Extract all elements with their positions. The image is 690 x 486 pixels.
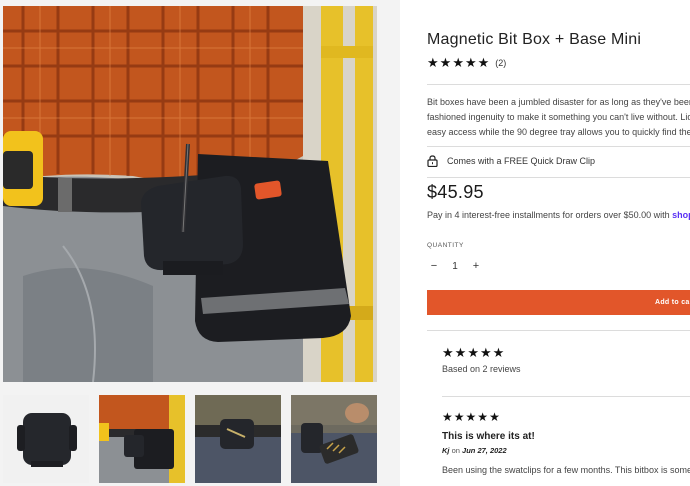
thumbnail-3[interactable] <box>195 395 281 483</box>
star-icon: ★ <box>442 410 453 424</box>
review-stars: ★ ★ ★ ★ ★ <box>442 410 690 424</box>
star-icon: ★ <box>464 55 477 70</box>
main-product-image[interactable] <box>3 6 377 382</box>
installments-info: Pay in 4 interest-free installments for … <box>427 210 690 220</box>
quantity-stepper: − 1 + <box>427 260 483 272</box>
product-rating[interactable]: ★ ★ ★ ★ ★ (2) <box>427 56 506 70</box>
reviews-count-text: Based on 2 reviews <box>442 364 521 374</box>
star-icon: ★ <box>453 410 465 424</box>
review-on-text: on <box>451 446 460 455</box>
review-body: Been using the swatclips for a few month… <box>442 465 690 475</box>
installments-text: Pay in 4 interest-free installments for … <box>427 210 670 220</box>
summary-stars: ★ ★ ★ ★ ★ <box>442 346 521 360</box>
star-icon: ★ <box>489 410 500 424</box>
quantity-decrease-button[interactable]: − <box>427 260 441 272</box>
product-gallery <box>0 0 400 486</box>
star-icon: ★ <box>454 345 467 360</box>
product-info-panel: Magnetic Bit Box + Base Mini ★ ★ ★ ★ ★ (… <box>400 0 690 486</box>
star-icon: ★ <box>442 345 454 360</box>
star-icon: ★ <box>467 345 479 360</box>
star-icon: ★ <box>479 345 492 360</box>
quantity-input[interactable]: 1 <box>441 261 469 272</box>
thumbnail-1[interactable] <box>3 395 89 483</box>
divider <box>427 330 690 331</box>
reviews-summary: ★ ★ ★ ★ ★ Based on 2 reviews <box>442 346 521 375</box>
free-gift-promo: Comes with a FREE Quick Draw Clip <box>427 155 595 167</box>
review-title: This is where its at! <box>442 431 535 442</box>
add-to-cart-button[interactable]: Add to ca <box>427 290 690 315</box>
lock-icon <box>427 155 438 167</box>
thumbnail-bit-box-closeup-image <box>195 395 281 483</box>
review-meta: Kj on Jun 27, 2022 <box>442 446 690 455</box>
star-icon: ★ <box>477 55 490 70</box>
quantity-increase-button[interactable]: + <box>469 260 483 272</box>
rating-count[interactable]: (2) <box>495 58 506 68</box>
star-icon: ★ <box>465 410 477 424</box>
thumbnail-2[interactable] <box>99 395 185 483</box>
quantity-label: QUANTITY <box>427 242 464 249</box>
thumbnail-bit-box-open-image <box>291 395 377 483</box>
description-line: fashioned ingenuity to make it something… <box>427 112 690 122</box>
description-line: easy access while the 90 degree tray all… <box>427 127 690 137</box>
star-icon: ★ <box>477 410 489 424</box>
promo-text: Comes with a FREE Quick Draw Clip <box>447 156 596 166</box>
review-date: Jun 27, 2022 <box>462 446 507 455</box>
thumbnail-4[interactable] <box>291 395 377 483</box>
star-icon: ★ <box>439 55 452 70</box>
star-icon: ★ <box>492 345 505 360</box>
product-photo-belt-bag <box>3 6 377 382</box>
review-author: Kj <box>442 446 450 455</box>
thumbnail-strip <box>3 395 377 483</box>
thumbnail-belt-bag-image <box>99 395 185 483</box>
star-icon: ★ <box>452 55 464 70</box>
review-item: ★ ★ ★ ★ ★ This is where its at! Kj on Ju… <box>442 410 690 475</box>
product-title: Magnetic Bit Box + Base Mini <box>427 31 642 48</box>
divider <box>427 146 690 147</box>
shop-pay-link[interactable]: shop <box>672 210 690 220</box>
divider <box>442 396 690 397</box>
thumbnail-bit-box-image <box>3 395 89 483</box>
divider <box>427 84 690 85</box>
product-description: Bit boxes have been a jumbled disaster f… <box>427 95 690 140</box>
star-icon: ★ <box>427 55 439 70</box>
description-line: Bit boxes have been a jumbled disaster f… <box>427 97 690 107</box>
product-price: $45.95 <box>427 182 484 202</box>
divider <box>427 177 690 178</box>
